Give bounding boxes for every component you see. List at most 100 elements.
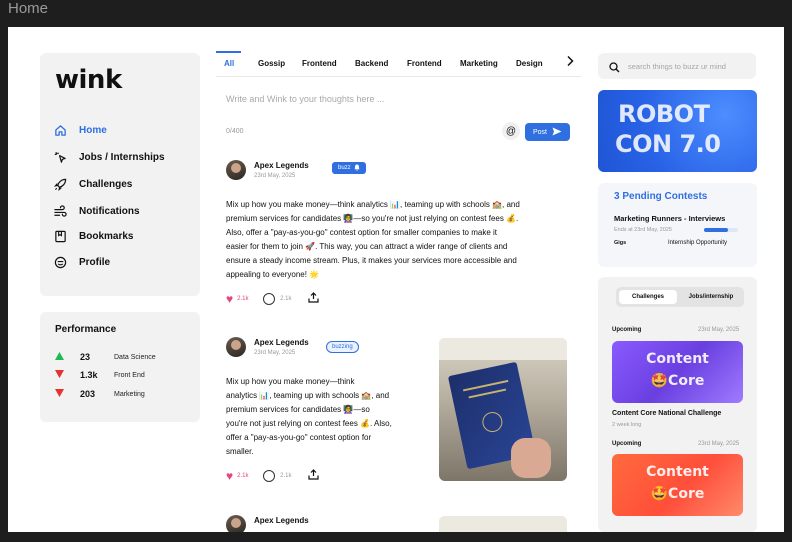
challenge-duration: 2 week long (612, 422, 642, 428)
like-count: 2.1k (237, 296, 249, 302)
sidebar-item-notifications[interactable]: Notifications (53, 202, 193, 220)
comment-count: 2.1k (280, 296, 292, 302)
sidebar-item-home[interactable]: Home (53, 121, 193, 139)
post-line: offer a "pay-as-you-go" contest option f… (226, 433, 372, 442)
post-date: 23rd May, 2025 (254, 173, 296, 179)
challenges-toggle: Challenges Jobs/internship (616, 287, 744, 307)
avatar[interactable] (226, 160, 246, 180)
challenge-card[interactable]: Content 🤩Core (612, 341, 743, 403)
bookmark-icon (53, 229, 67, 243)
tab-frontend-2[interactable]: Frontend (407, 59, 442, 68)
performance-value: 203 (80, 389, 96, 399)
robotcon-banner[interactable]: ROBOT CON 7.0 (598, 90, 757, 172)
post-author[interactable]: Apex Legends (254, 516, 309, 525)
trend-down-icon (55, 389, 65, 399)
post-actions: ♥ 2.1k 2.1k (226, 292, 319, 306)
tab-design[interactable]: Design (516, 59, 543, 68)
post-author[interactable]: Apex Legends (254, 338, 309, 347)
post-line: premium services for candidates 👩‍🏫—so y… (226, 214, 519, 223)
share-icon[interactable] (308, 467, 319, 485)
challenge-card-line-2: 🤩Core (650, 373, 705, 389)
smiley-icon (53, 255, 67, 269)
tab-backend[interactable]: Backend (355, 59, 388, 68)
sidebar-item-profile[interactable]: Profile (53, 253, 193, 271)
window-title: Home (8, 0, 49, 17)
challenge-date: 23rd May, 2025 (698, 441, 740, 447)
comment-count: 2.1k (280, 473, 292, 479)
post-line: Mix up how you make money—think (226, 377, 355, 386)
performance-category: Front End (114, 371, 145, 379)
avatar[interactable] (226, 515, 246, 532)
character-counter: 0/400 (226, 128, 244, 135)
post-date: 23rd May, 2025 (254, 350, 296, 356)
post-line: ensure a steady income stream. Plus, it … (226, 256, 517, 265)
tab-frontend[interactable]: Frontend (302, 59, 337, 68)
post-image[interactable] (439, 516, 567, 532)
post-body: Mix up how you make money—think analytic… (226, 375, 392, 459)
post-line: smaller. (226, 447, 254, 456)
pending-contests-card[interactable]: 3 Pending Contests Marketing Runners - I… (598, 183, 757, 267)
compose-input[interactable]: Write and Wink to your thoughts here ... (226, 94, 384, 104)
post-body: Mix up how you make money—think analytic… (226, 198, 520, 282)
like-count: 2.1k (237, 473, 249, 479)
performance-value: 23 (80, 352, 91, 362)
hand-image (511, 438, 551, 478)
sidebar-item-challenges[interactable]: Challenges (53, 175, 193, 193)
challenge-card[interactable]: Content 🤩Core (612, 454, 743, 516)
contest-progress (704, 228, 738, 232)
wind-icon (53, 204, 67, 218)
home-icon (53, 123, 67, 137)
performance-category: Data Science (114, 353, 156, 361)
search-bar[interactable]: search things to buzz ur mind (598, 53, 756, 79)
contest-tag: Gigs (614, 240, 627, 246)
feed-tabs: All Gossip Frontend Backend Frontend Mar… (216, 51, 581, 77)
tab-marketing[interactable]: Marketing (460, 59, 498, 68)
post-button[interactable]: Post (525, 123, 570, 141)
sidebar-item-label: Profile (79, 256, 111, 268)
send-icon (552, 127, 562, 138)
heart-icon[interactable]: ♥ (226, 469, 233, 483)
post-image[interactable] (439, 338, 567, 481)
bell-icon (353, 164, 360, 173)
comment-icon[interactable] (263, 293, 276, 305)
mention-button[interactable]: @ (502, 122, 520, 140)
sidebar-item-label: Challenges (79, 178, 133, 190)
sidebar-item-label: Notifications (79, 205, 140, 217)
buzz-badge-label: buzz (338, 165, 351, 171)
app-canvas: wink Home Jobs / Internships Challenges (8, 27, 784, 532)
tab-gossip[interactable]: Gossip (258, 59, 285, 68)
post-button-label: Post (532, 128, 547, 136)
search-icon (609, 60, 620, 78)
post-line: Also, offer a "pay-as-you-go" contest op… (226, 228, 497, 237)
share-icon[interactable] (308, 290, 319, 308)
post-line: analytics 📊, teaming up with schools 🏫, … (226, 391, 390, 400)
heart-icon[interactable]: ♥ (226, 292, 233, 306)
challenges-panel: Challenges Jobs/internship Upcoming 23rd… (598, 277, 757, 532)
post-line: you're not just relying on contest fees … (226, 419, 392, 428)
post-actions: ♥ 2.1k 2.1k (226, 469, 319, 483)
sidebar-item-label: Home (79, 124, 107, 136)
comment-icon[interactable] (263, 470, 276, 482)
sidebar-item-jobs[interactable]: Jobs / Internships (53, 148, 193, 166)
sidebar-item-bookmarks[interactable]: Bookmarks (53, 227, 193, 245)
performance-row: 23 Data Science (55, 350, 195, 364)
rocket-icon (53, 177, 67, 191)
post-author[interactable]: Apex Legends (254, 161, 309, 170)
buzz-badge: buzz (332, 162, 366, 174)
performance-row: 1.3k Front End (55, 368, 195, 382)
tab-jobs-internship[interactable]: Jobs/internship (682, 290, 740, 304)
search-input[interactable]: search things to buzz ur mind (628, 62, 726, 71)
avatar[interactable] (226, 337, 246, 357)
post-card: Apex Legends 23rd May, 2025 buzz Mix up … (226, 160, 576, 310)
contest-progress-fill (704, 228, 728, 232)
tab-all[interactable]: All (224, 59, 234, 68)
performance-title: Performance (55, 324, 117, 335)
buzzing-badge: buzzing (326, 341, 359, 353)
chevron-right-icon[interactable] (566, 55, 574, 70)
challenge-name[interactable]: Content Core National Challenge (612, 410, 721, 417)
challenge-date: 23rd May, 2025 (698, 327, 740, 333)
contests-title: 3 Pending Contests (614, 191, 708, 202)
contest-type: Internship Opportunity (668, 240, 728, 246)
sidebar: wink Home Jobs / Internships Challenges (40, 53, 200, 296)
tab-challenges[interactable]: Challenges (619, 290, 677, 304)
